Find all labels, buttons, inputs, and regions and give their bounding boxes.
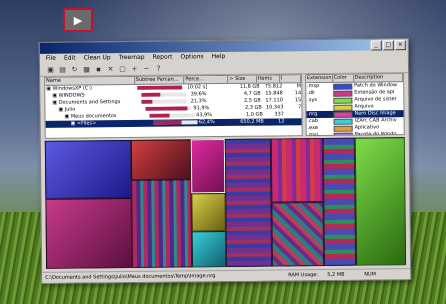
close-button[interactable]: × — [394, 40, 406, 51]
table-row[interactable]: ▣ <Files> 62,4% 650,2 MB 12 — [45, 118, 302, 128]
play-icon[interactable]: ▶ — [63, 8, 93, 32]
list-item[interactable]: .msi Pacote do Windo — [307, 131, 404, 137]
description: Pacote do Windo — [354, 131, 397, 137]
treemap[interactable] — [44, 137, 407, 269]
column-header[interactable]: Items — [256, 75, 280, 83]
cmd-icon[interactable]: ▪ — [94, 65, 103, 74]
menu-item-edit[interactable]: Edit — [64, 54, 76, 64]
ram-usage-label: RAM Usage: — [288, 272, 319, 279]
column-header[interactable]: Perce... — [184, 75, 229, 84]
menu-item-help[interactable]: Help — [212, 52, 226, 62]
menu-item-report[interactable]: Report — [153, 53, 173, 63]
column-header[interactable]: Subtree Percen... — [134, 76, 185, 84]
size: 650,2 MB — [240, 118, 264, 125]
extension: .msi — [307, 132, 319, 137]
status-path: C:\Documents and Settings\Julio\Meus doc… — [45, 273, 216, 281]
column-header[interactable]: Name — [45, 76, 135, 85]
copy-icon[interactable]: ▤ — [58, 65, 67, 74]
explorer-icon[interactable]: ▦ — [82, 65, 91, 74]
directory-list[interactable]: Name Subtree Percen... Perce... > Size Items… — [44, 74, 303, 139]
items: 12 — [278, 118, 285, 125]
menu-item-options[interactable]: Options — [180, 52, 203, 62]
menu-item-treemap[interactable]: Treemap — [119, 53, 145, 63]
menu-item-file[interactable]: File — [46, 54, 56, 64]
menu-item-clean-up[interactable]: Clean Up — [84, 53, 111, 63]
ram-usage-value: 5,2 MB — [327, 271, 345, 278]
windirstat-window: _ □ × File Edit Clean Up Treemap Report Optio… — [38, 38, 412, 284]
color-swatch — [333, 132, 354, 137]
column-header[interactable]: Description — [353, 74, 404, 82]
percent: 62,4% — [198, 119, 215, 126]
num-lock-indicator: NUM — [364, 271, 376, 278]
help-icon[interactable]: ? — [154, 64, 163, 73]
column-header[interactable]: > Size — [228, 75, 258, 83]
zoom-in-icon[interactable]: + — [130, 64, 139, 73]
column-header[interactable]: I — [279, 75, 302, 83]
zoom-out-icon[interactable]: − — [142, 64, 151, 73]
column-header[interactable]: Extension — [305, 74, 333, 83]
extension-list[interactable]: Extension Color Description .msp Patch do W… — [304, 73, 405, 137]
extra — [284, 118, 301, 125]
maximize-button[interactable]: □ — [382, 40, 394, 51]
properties-icon[interactable]: ▢ — [118, 65, 127, 74]
open-icon[interactable]: ▣ — [46, 65, 55, 74]
refresh-icon[interactable]: ↻ — [70, 65, 79, 74]
delete-icon[interactable]: ✕ — [106, 65, 115, 74]
minimize-button[interactable]: _ — [370, 40, 382, 51]
column-header[interactable]: Color — [332, 74, 354, 82]
subtree-bar — [152, 119, 198, 126]
folder-name: ▣ <Files> — [70, 120, 97, 127]
